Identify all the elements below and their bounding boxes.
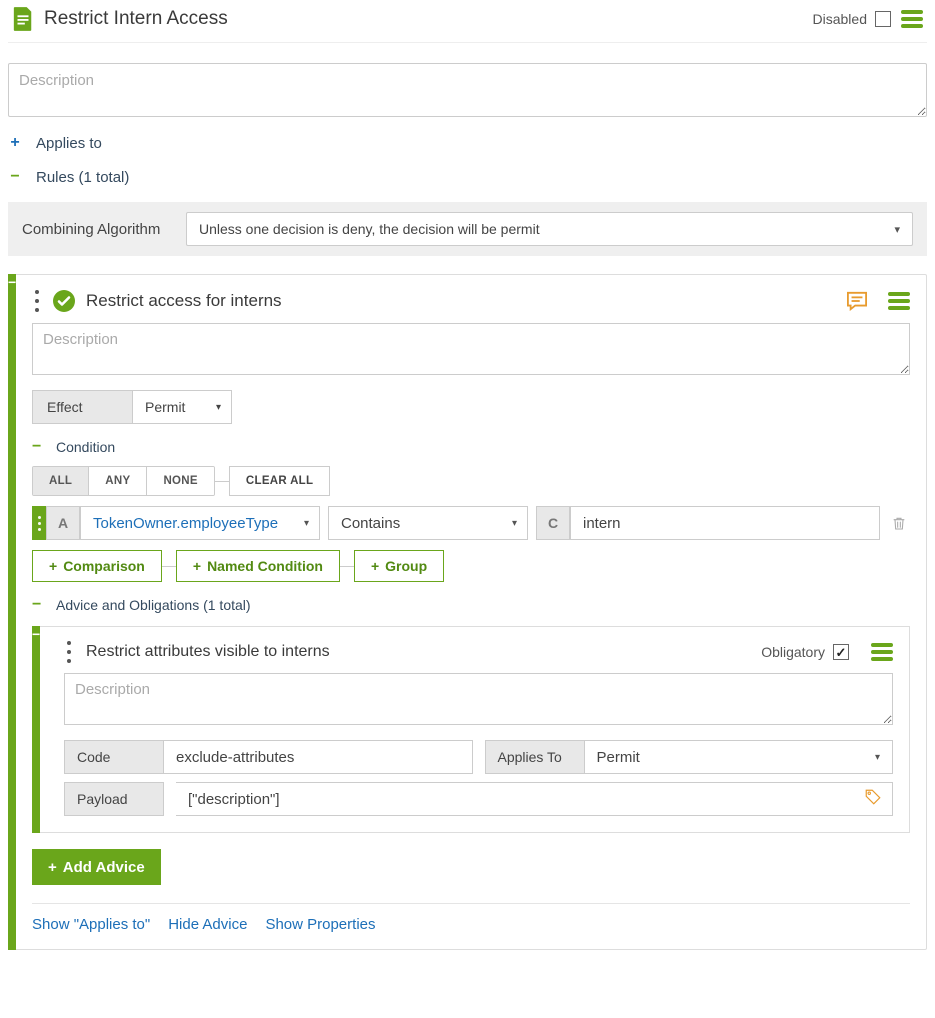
code-value: exclude-attributes	[176, 749, 294, 766]
add-advice-button[interactable]: + Add Advice	[32, 849, 161, 885]
effect-select[interactable]: Permit	[132, 390, 232, 424]
condition-drag-handle[interactable]	[32, 506, 46, 540]
rule-description-input[interactable]	[32, 323, 910, 375]
obligatory-toggle[interactable]: Obligatory	[761, 644, 849, 660]
advice-section-label: Advice and Obligations (1 total)	[56, 597, 251, 613]
operator-value: Contains	[341, 515, 400, 532]
add-named-condition-button[interactable]: + Named Condition	[176, 550, 340, 582]
combining-select[interactable]: Unless one decision is deny, the decisio…	[186, 212, 913, 246]
match-any-option[interactable]: ANY	[89, 467, 147, 495]
applies-to-select[interactable]: Permit	[585, 740, 894, 774]
rule-description-wrap	[32, 323, 910, 378]
applies-to-label: Applies to	[36, 135, 102, 152]
combining-algorithm-row: Combining Algorithm Unless one decision …	[8, 202, 927, 256]
connector-line	[340, 566, 354, 567]
advice-section: − Advice and Obligations (1 total)	[32, 596, 910, 614]
rule-footer-links: Show "Applies to" Hide Advice Show Prope…	[32, 903, 910, 933]
show-properties-link[interactable]: Show Properties	[265, 916, 375, 933]
add-comparison-button[interactable]: + Comparison	[32, 550, 162, 582]
plus-icon: +	[371, 558, 379, 574]
policy-description-wrap	[8, 63, 927, 120]
attribute-value: TokenOwner.employeeType	[93, 515, 278, 532]
condition-label: Condition	[56, 439, 115, 455]
rule-title: Restrict access for interns	[86, 291, 836, 311]
rule-collapse-bar[interactable]: −	[8, 274, 16, 950]
plus-icon: +	[49, 558, 57, 574]
advice-collapse-bar[interactable]: −	[32, 626, 40, 833]
applies-to-section: + Applies to	[8, 128, 927, 158]
payload-value: ["description"]	[188, 791, 280, 808]
comment-icon[interactable]	[846, 291, 868, 311]
clear-all-button[interactable]: CLEAR ALL	[229, 466, 330, 496]
collapse-icon[interactable]: −	[8, 168, 22, 186]
rule-header: Restrict access for interns	[32, 289, 910, 313]
advice-title: Restrict attributes visible to interns	[86, 643, 749, 661]
match-none-option[interactable]: NONE	[147, 467, 213, 495]
disabled-checkbox[interactable]	[875, 11, 891, 27]
attribute-select[interactable]: TokenOwner.employeeType	[80, 506, 320, 540]
disabled-toggle[interactable]: Disabled	[813, 11, 891, 27]
condition-row: A TokenOwner.employeeType Contains C int…	[32, 506, 910, 540]
applies-to-label: Applies To	[485, 740, 585, 774]
advice-description-input[interactable]	[64, 673, 893, 725]
connector-line	[215, 481, 229, 482]
menu-icon[interactable]	[901, 10, 923, 28]
drag-handle-icon[interactable]	[64, 641, 74, 663]
payload-label: Payload	[64, 782, 164, 816]
obligatory-label: Obligatory	[761, 644, 825, 660]
combining-label: Combining Algorithm	[22, 221, 172, 238]
combining-value: Unless one decision is deny, the decisio…	[199, 221, 540, 237]
code-label: Code	[64, 740, 164, 774]
effect-row: Effect Permit	[32, 390, 910, 424]
value-input[interactable]: intern	[570, 506, 880, 540]
value-text: intern	[583, 515, 621, 532]
obligatory-checkbox[interactable]	[833, 644, 849, 660]
drag-handle-icon[interactable]	[32, 290, 42, 312]
show-applies-to-link[interactable]: Show "Applies to"	[32, 916, 150, 933]
add-named-condition-label: Named Condition	[207, 558, 323, 574]
hide-advice-link[interactable]: Hide Advice	[168, 916, 247, 933]
rules-section: − Rules (1 total)	[8, 162, 927, 192]
check-circle-icon	[52, 289, 76, 313]
add-group-label: Group	[385, 558, 427, 574]
code-input[interactable]: exclude-attributes	[164, 740, 473, 774]
policy-title: Restrict Intern Access	[44, 8, 813, 30]
plus-icon: +	[48, 859, 57, 876]
attribute-badge: A	[46, 506, 80, 540]
condition-section: − Condition	[32, 438, 910, 456]
applies-to-value: Permit	[597, 749, 640, 766]
document-icon	[12, 6, 34, 32]
advice-header: Restrict attributes visible to interns O…	[64, 641, 893, 663]
advice-description-wrap	[64, 673, 893, 728]
rules-label: Rules (1 total)	[36, 169, 129, 186]
effect-value: Permit	[145, 399, 185, 415]
add-advice-label: Add Advice	[63, 859, 145, 876]
rule-menu-icon[interactable]	[888, 292, 910, 310]
operator-select[interactable]: Contains	[328, 506, 528, 540]
delete-condition-button[interactable]	[888, 506, 910, 540]
advice-menu-icon[interactable]	[871, 643, 893, 661]
advice-form: Code exclude-attributes Applies To Permi…	[64, 740, 893, 816]
plus-icon: +	[193, 558, 201, 574]
add-comparison-label: Comparison	[63, 558, 145, 574]
policy-header: Restrict Intern Access Disabled	[8, 6, 927, 43]
collapse-icon[interactable]: −	[32, 438, 44, 456]
condition-toolbar: ALL ANY NONE CLEAR ALL	[32, 466, 910, 496]
add-group-button[interactable]: + Group	[354, 550, 444, 582]
disabled-label: Disabled	[813, 11, 867, 27]
connector-line	[162, 566, 176, 567]
rule-card: − Restrict access for interns	[8, 274, 927, 950]
policy-description-input[interactable]	[8, 63, 927, 117]
payload-input[interactable]: ["description"]	[176, 782, 893, 816]
effect-label: Effect	[32, 390, 132, 424]
collapse-icon[interactable]: −	[32, 596, 44, 614]
match-all-option[interactable]: ALL	[33, 467, 89, 495]
expand-icon[interactable]: +	[8, 134, 22, 152]
advice-card: − Restrict attributes visible to interns…	[32, 626, 910, 833]
constant-badge: C	[536, 506, 570, 540]
add-condition-buttons: + Comparison + Named Condition + Group	[32, 550, 910, 582]
match-toggle: ALL ANY NONE	[32, 466, 215, 496]
tag-icon[interactable]	[864, 788, 882, 810]
